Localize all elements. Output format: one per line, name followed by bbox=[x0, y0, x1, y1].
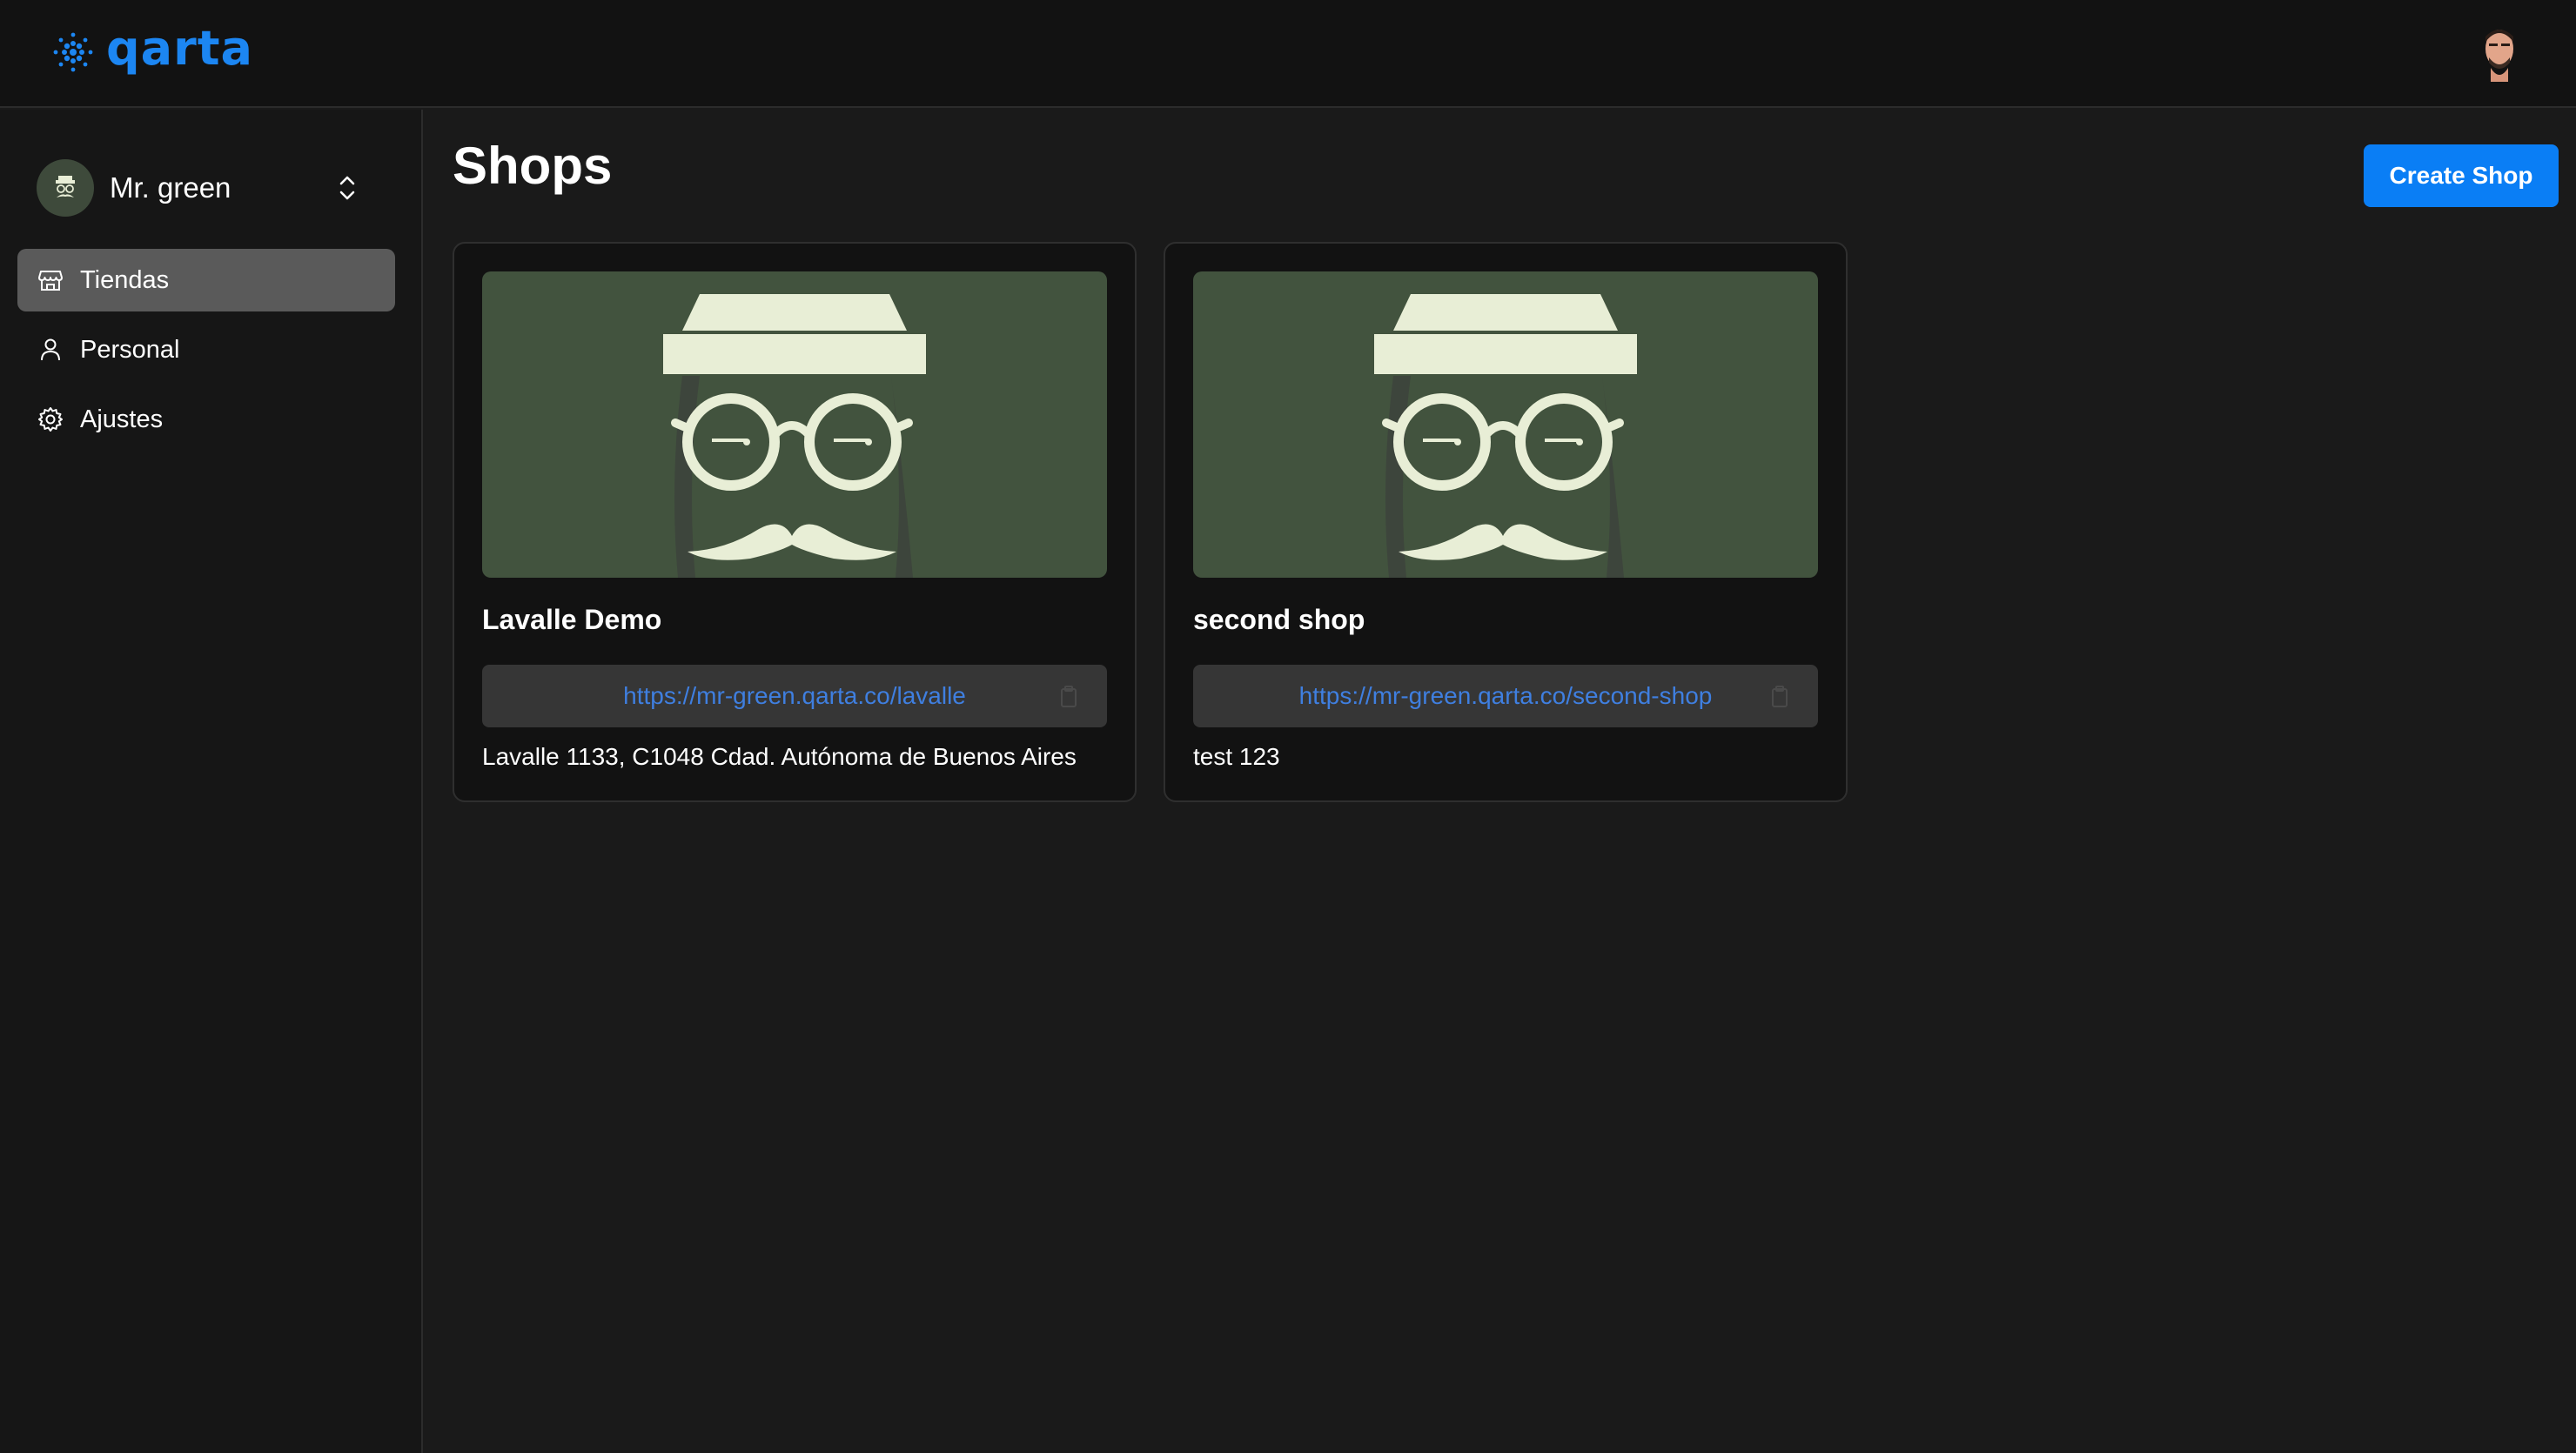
app-logo[interactable]: qarta bbox=[50, 21, 253, 80]
person-icon bbox=[41, 338, 60, 361]
sidebar-item-tiendas[interactable]: Tiendas bbox=[17, 249, 395, 311]
copy-icon[interactable] bbox=[1769, 686, 1790, 708]
user-avatar[interactable] bbox=[2472, 23, 2527, 82]
shop-url-link[interactable]: https://mr-green.qarta.co/lavalle bbox=[482, 665, 1055, 727]
shop-card[interactable]: second shop https://mr-green.qarta.co/se… bbox=[1164, 242, 1848, 802]
gear-icon bbox=[38, 407, 63, 432]
copy-icon[interactable] bbox=[1058, 686, 1079, 708]
org-name: Mr. green bbox=[110, 171, 231, 204]
top-bar: qarta bbox=[0, 0, 2576, 108]
org-avatar bbox=[37, 159, 94, 217]
shop-address: Lavalle 1133, C1048 Cdad. Autónoma de Bu… bbox=[482, 743, 1077, 770]
mr-green-logo-icon bbox=[56, 176, 75, 198]
shop-url-field[interactable]: https://mr-green.qarta.co/lavalle bbox=[482, 665, 1107, 727]
shop-url-field[interactable]: https://mr-green.qarta.co/second-shop bbox=[1193, 665, 1818, 727]
main-content: Shops Create Shop Lavalle Demo https://m… bbox=[425, 110, 2576, 1453]
chevron-up-down-icon bbox=[339, 176, 355, 200]
org-switcher[interactable]: Mr. green bbox=[37, 157, 385, 219]
sidebar-item-personal[interactable]: Personal bbox=[17, 318, 395, 381]
mr-green-logo-icon bbox=[663, 294, 926, 578]
logo-dots-icon bbox=[53, 32, 93, 72]
shop-image bbox=[1193, 271, 1818, 578]
sidebar-nav: Tiendas Personal Ajustes bbox=[17, 249, 395, 458]
shop-url-link[interactable]: https://mr-green.qarta.co/second-shop bbox=[1193, 665, 1766, 727]
shop-name: second shop bbox=[1193, 604, 1365, 635]
mr-green-logo-icon bbox=[1374, 294, 1637, 578]
sidebar-item-label: Personal bbox=[80, 335, 180, 364]
sidebar-item-ajustes[interactable]: Ajustes bbox=[17, 388, 395, 451]
create-shop-button[interactable]: Create Shop bbox=[2364, 144, 2559, 207]
logo-text: qarta bbox=[106, 21, 253, 76]
shop-address: test 123 bbox=[1193, 743, 1280, 770]
shop-name: Lavalle Demo bbox=[482, 604, 662, 635]
sidebar-item-label: Tiendas bbox=[80, 265, 170, 294]
store-icon bbox=[38, 271, 63, 291]
sidebar: Mr. green Tiendas Personal Ajustes bbox=[0, 110, 423, 1453]
page-title: Shops bbox=[453, 137, 613, 195]
shop-card[interactable]: Lavalle Demo https://mr-green.qarta.co/l… bbox=[453, 242, 1137, 802]
sidebar-item-label: Ajustes bbox=[80, 405, 164, 433]
shop-image bbox=[482, 271, 1107, 578]
